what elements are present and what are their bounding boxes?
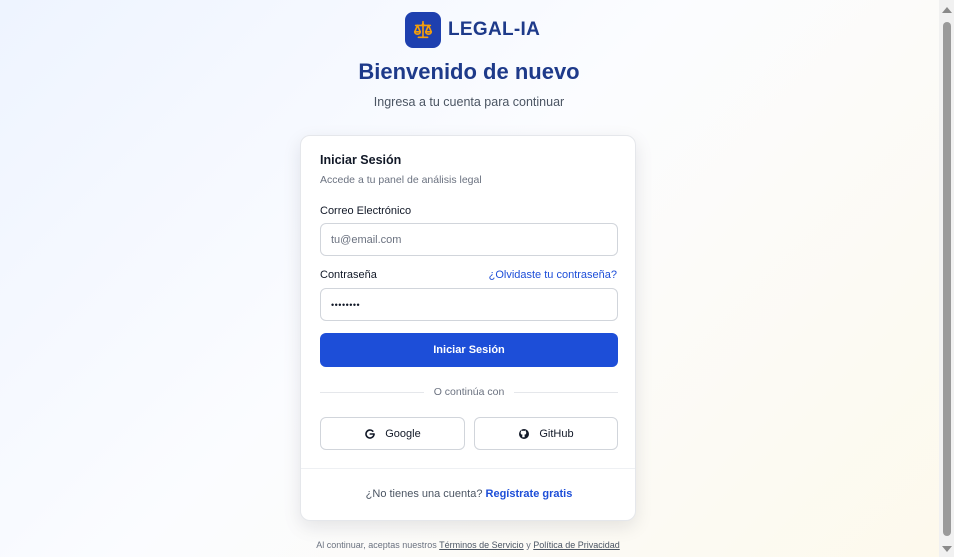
google-icon (364, 428, 376, 440)
github-button[interactable]: GitHub (474, 417, 618, 450)
card-description: Accede a tu panel de análisis legal (320, 174, 482, 186)
signup-link[interactable]: Regístrate gratis (486, 488, 573, 500)
privacy-link[interactable]: Política de Privacidad (533, 540, 620, 550)
footer-text: Al continuar, aceptas nuestros (316, 540, 437, 550)
page-title: Bienvenido de nuevo (358, 59, 580, 84)
email-field[interactable] (320, 223, 618, 256)
google-button[interactable]: Google (320, 417, 465, 450)
divider-line (320, 391, 424, 393)
card-separator (301, 468, 635, 469)
forgot-password-link[interactable]: ¿Olvidaste tu contraseña? (489, 269, 617, 281)
brand: LEGAL-IA (405, 12, 540, 48)
login-card: Iniciar Sesión Accede a tu panel de anál… (300, 135, 636, 521)
vertical-scrollbar[interactable] (939, 0, 954, 557)
page-subtitle: Ingresa a tu cuenta para continuar (373, 95, 565, 109)
google-button-label: Google (385, 427, 421, 440)
github-icon (518, 428, 530, 440)
signup-prompt: ¿No tienes una cuenta? Regístrate gratis (301, 488, 637, 500)
divider: O continúa con (320, 385, 619, 399)
password-label: Contraseña (320, 269, 377, 281)
divider-text: O continúa con (433, 386, 505, 398)
signup-text: ¿No tienes una cuenta? (365, 488, 483, 500)
scrollbar-thumb[interactable] (943, 22, 951, 536)
password-field[interactable] (320, 288, 618, 321)
scale-icon (405, 12, 441, 48)
divider-line (514, 391, 619, 393)
brand-name: LEGAL-IA (448, 19, 541, 40)
github-button-label: GitHub (539, 427, 574, 440)
terms-link[interactable]: Términos de Servicio (439, 540, 524, 550)
scroll-up-icon[interactable] (942, 7, 952, 13)
email-label: Correo Electrónico (320, 205, 412, 217)
card-title: Iniciar Sesión (320, 153, 402, 167)
scroll-down-icon[interactable] (942, 546, 952, 552)
footer-conjunction: y (526, 540, 531, 550)
footer-legal: Al continuar, aceptas nuestros Términos … (0, 540, 936, 550)
sign-in-button[interactable]: Iniciar Sesión (320, 333, 618, 367)
